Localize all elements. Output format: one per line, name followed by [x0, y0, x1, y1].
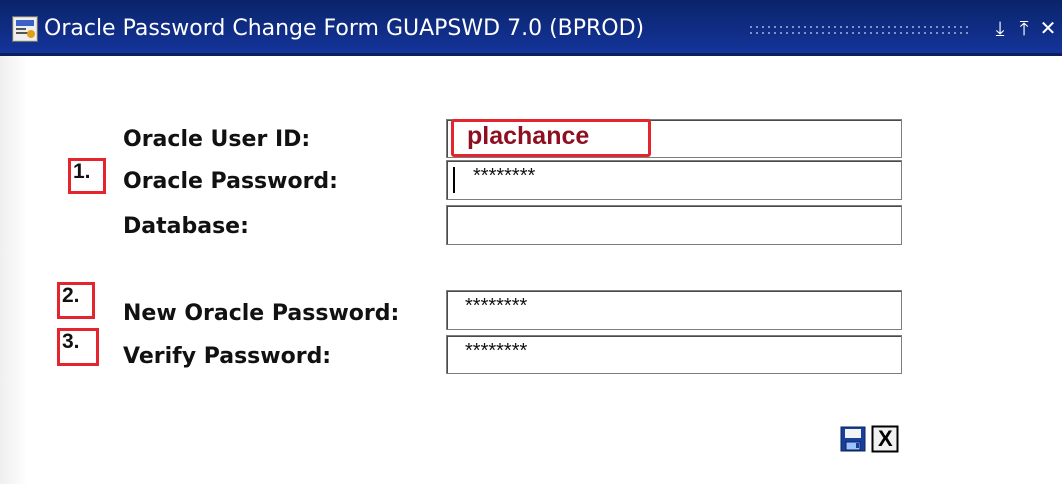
- restore-icon[interactable]: ⤒: [1012, 16, 1036, 40]
- form-app-icon[interactable]: [12, 16, 38, 42]
- verify-password-value: ********: [465, 340, 528, 362]
- database-label: Database:: [123, 214, 249, 239]
- oracle-password-change-window: Oracle Password Change Form GUAPSWD 7.0 …: [0, 0, 1062, 484]
- exit-label: X: [878, 426, 893, 451]
- password-field[interactable]: ********: [446, 160, 902, 200]
- close-icon[interactable]: ✕: [1036, 16, 1060, 40]
- window-edge-shadow: [0, 56, 28, 484]
- new-password-label: New Oracle Password:: [123, 301, 400, 326]
- password-value: ********: [473, 165, 536, 187]
- window-title: Oracle Password Change Form GUAPSWD 7.0 …: [44, 16, 645, 41]
- step-3-callout: 3.: [57, 328, 99, 366]
- user-id-label: Oracle User ID:: [123, 127, 311, 152]
- exit-button[interactable]: X: [871, 425, 899, 453]
- save-disk-icon: [840, 426, 866, 452]
- new-password-value: ********: [465, 295, 528, 317]
- window-titlebar[interactable]: Oracle Password Change Form GUAPSWD 7.0 …: [0, 0, 1062, 56]
- new-password-field[interactable]: ********: [446, 290, 902, 330]
- save-button[interactable]: [839, 425, 867, 453]
- verify-password-label: Verify Password:: [123, 344, 332, 369]
- text-cursor: [453, 167, 455, 193]
- minimize-icon[interactable]: ⤓: [988, 16, 1012, 40]
- user-id-value: plachance: [467, 122, 590, 150]
- step-2-callout: 2.: [57, 282, 95, 319]
- titlebar-texture: [748, 24, 968, 34]
- password-label: Oracle Password:: [123, 169, 338, 194]
- database-field[interactable]: [446, 205, 902, 245]
- verify-password-field[interactable]: ********: [446, 335, 902, 374]
- step-1-callout: 1.: [68, 158, 106, 194]
